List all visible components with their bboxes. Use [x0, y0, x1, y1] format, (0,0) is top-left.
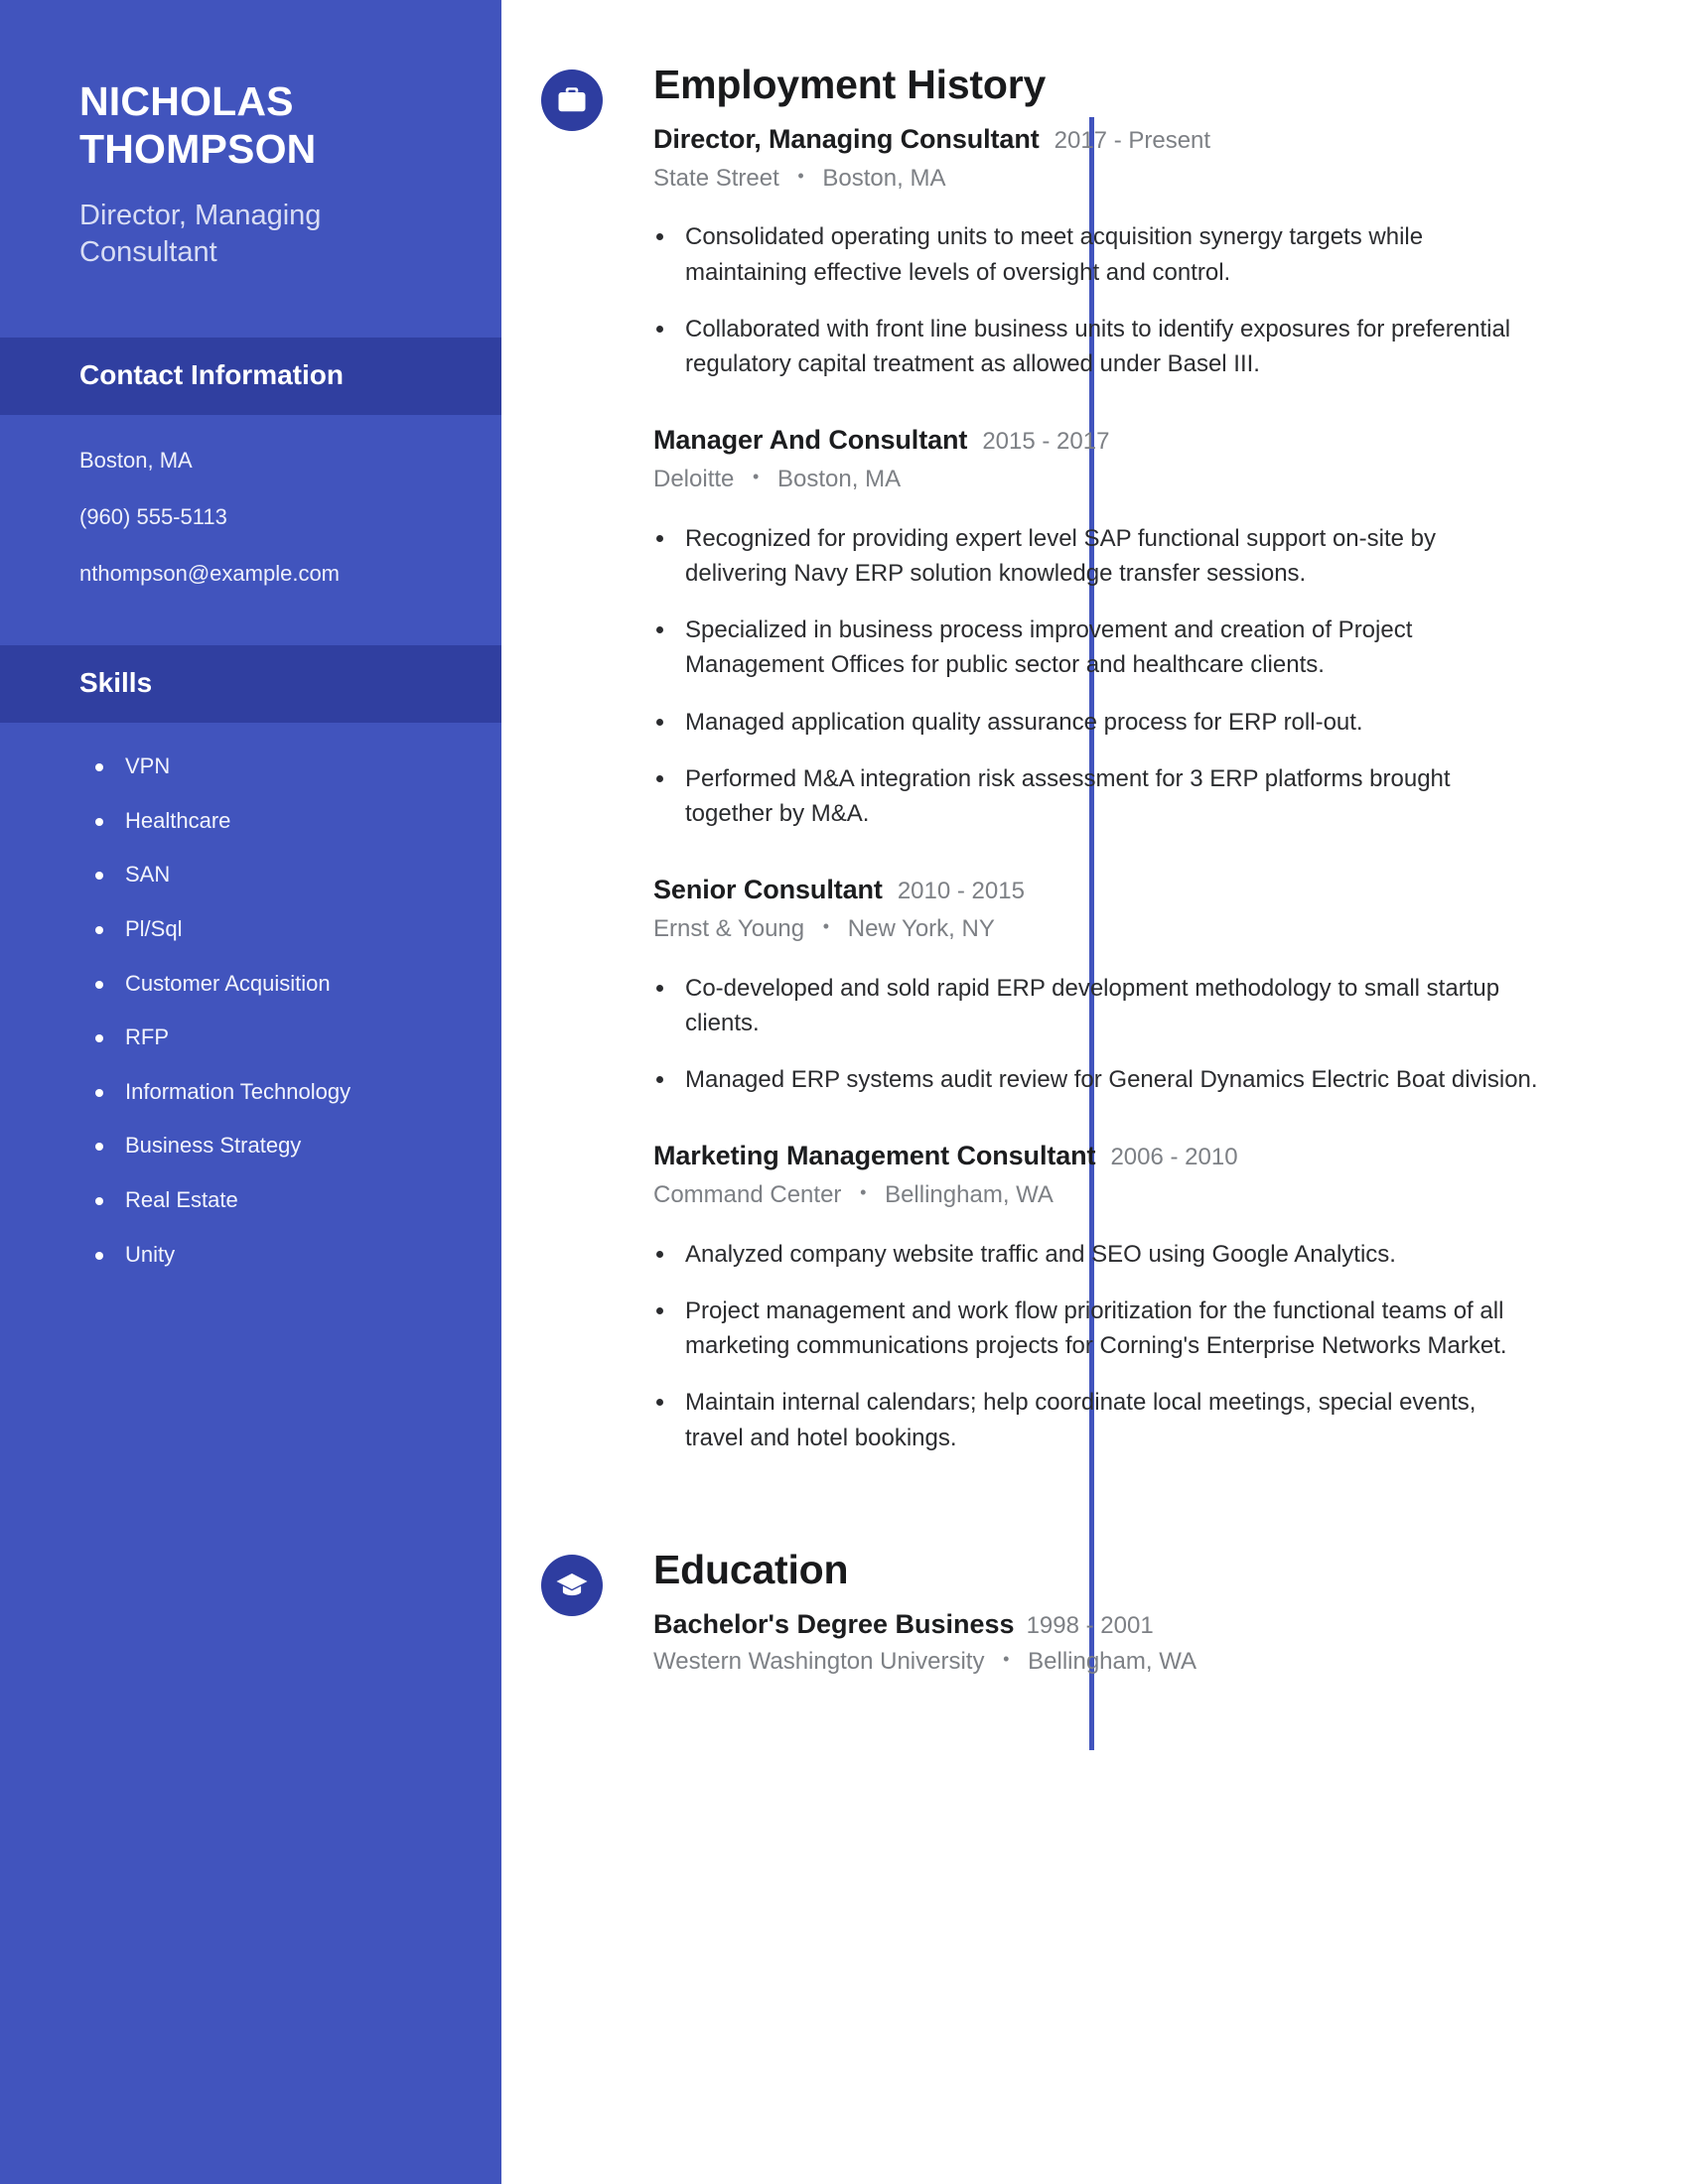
candidate-name: NICHOLAS THOMPSON [79, 78, 317, 173]
job-dates: 2006 - 2010 [1110, 1144, 1238, 1171]
list-item: Information Technology [91, 1078, 442, 1107]
list-item: Co-developed and sold rapid ERP developm… [653, 971, 1539, 1041]
job-heading: Senior Consultant 2010 - 2015 [653, 875, 1539, 905]
job-company: Ernst & Young [653, 915, 805, 943]
employment-entry: Director, Managing Consultant 2017 - Pre… [653, 124, 1539, 381]
list-item: Customer Acquisition [91, 970, 442, 999]
education-heading: Bachelor's Degree Business 1998 - 2001 [653, 1609, 1539, 1640]
list-item: Unity [91, 1241, 442, 1270]
list-item: Business Strategy [91, 1132, 442, 1160]
bullet-separator-icon: • [822, 916, 830, 937]
school-name: Western Washington University [653, 1648, 985, 1676]
job-dates: 2010 - 2015 [897, 878, 1025, 905]
job-company: Command Center [653, 1181, 842, 1209]
employment-entry: Manager And Consultant 2015 - 2017 Deloi… [653, 425, 1539, 831]
list-item: Managed application quality assurance pr… [653, 705, 1539, 740]
job-location: New York, NY [847, 915, 995, 943]
list-item: Pl/Sql [91, 915, 442, 944]
job-title: Director, Managing Consultant [653, 124, 1040, 155]
job-company: Deloitte [653, 466, 735, 493]
main-content: Employment History Director, Managing Co… [501, 0, 1688, 2184]
content-column: Employment History Director, Managing Co… [501, 0, 1688, 1676]
briefcase-icon [541, 69, 603, 131]
candidate-role: Director, Managing Consultant [79, 199, 322, 268]
list-item: Real Estate [91, 1186, 442, 1215]
list-item: Maintain internal calendars; help coordi… [653, 1385, 1539, 1455]
school-location: Bellingham, WA [1028, 1648, 1196, 1676]
page-title: Education [653, 1546, 849, 1592]
job-heading: Director, Managing Consultant 2017 - Pre… [653, 124, 1539, 155]
employment-entry: Senior Consultant 2010 - 2015 Ernst & Yo… [653, 875, 1539, 1097]
skills-list: VPN Healthcare SAN Pl/Sql Customer Acqui… [0, 723, 501, 1269]
list-item: Performed M&A integration risk assessmen… [653, 761, 1539, 832]
list-item: VPN [91, 752, 442, 781]
job-subline: State Street • Boston, MA [653, 163, 1539, 194]
list-item: Recognized for providing expert level SA… [653, 521, 1539, 592]
bullet-separator-icon: • [860, 1182, 867, 1203]
job-title: Senior Consultant [653, 875, 883, 905]
job-title: Marketing Management Consultant [653, 1141, 1096, 1171]
degree-title: Bachelor's Degree Business [653, 1609, 1015, 1640]
job-bullets: Co-developed and sold rapid ERP developm… [653, 971, 1539, 1098]
education-subline: Western Washington University • Bellingh… [653, 1648, 1539, 1676]
job-bullets: Recognized for providing expert level SA… [653, 521, 1539, 832]
employment-history-section: Employment History Director, Managing Co… [501, 62, 1539, 1455]
job-dates: 2015 - 2017 [982, 428, 1110, 456]
job-bullets: Consolidated operating units to meet acq… [653, 219, 1539, 381]
job-location: Boston, MA [822, 165, 946, 193]
job-subline: Command Center • Bellingham, WA [653, 1179, 1539, 1210]
job-heading: Manager And Consultant 2015 - 2017 [653, 425, 1539, 456]
contact-location: Boston, MA [79, 448, 193, 474]
degree-dates: 1998 - 2001 [1026, 1612, 1154, 1640]
bullet-separator-icon: • [753, 467, 760, 487]
contact-email[interactable]: nthompson@example.com [79, 560, 430, 589]
list-item: RFP [91, 1024, 442, 1052]
list-item: Specialized in business process improvem… [653, 613, 1539, 683]
job-heading: Marketing Management Consultant 2006 - 2… [653, 1141, 1539, 1171]
identity-block: NICHOLAS THOMPSON Director, Managing Con… [0, 0, 501, 270]
list-item: Project management and work flow priorit… [653, 1294, 1539, 1364]
list-item: SAN [91, 861, 442, 889]
resume-page: NICHOLAS THOMPSON Director, Managing Con… [0, 0, 1688, 2184]
job-location: Bellingham, WA [885, 1181, 1054, 1209]
education-section: Education Bachelor's Degree Business 199… [501, 1547, 1539, 1676]
list-item: Analyzed company website traffic and SEO… [653, 1237, 1539, 1272]
job-company: State Street [653, 165, 779, 193]
skills-header: Skills [0, 645, 501, 724]
job-subline: Ernst & Young • New York, NY [653, 913, 1539, 944]
contact-information-header: Contact Information [0, 338, 501, 416]
list-item: Healthcare [91, 807, 442, 836]
bullet-separator-icon: • [797, 166, 804, 187]
job-location: Boston, MA [777, 466, 902, 493]
job-dates: 2017 - Present [1054, 127, 1211, 155]
contact-list: Boston, MA (960) 555-5113 nthompson@exam… [0, 415, 501, 588]
list-item: Managed ERP systems audit review for Gen… [653, 1062, 1539, 1097]
bullet-separator-icon: • [1003, 1649, 1010, 1670]
page-title: Employment History [653, 62, 1047, 107]
sidebar: NICHOLAS THOMPSON Director, Managing Con… [0, 0, 501, 2184]
job-title: Manager And Consultant [653, 425, 968, 456]
list-item: Collaborated with front line business un… [653, 312, 1539, 382]
job-subline: Deloitte • Boston, MA [653, 464, 1539, 494]
employment-entry: Marketing Management Consultant 2006 - 2… [653, 1141, 1539, 1455]
graduation-cap-icon [541, 1554, 603, 1616]
contact-phone[interactable]: (960) 555-5113 [79, 503, 430, 532]
education-entry: Bachelor's Degree Business 1998 - 2001 W… [653, 1609, 1539, 1676]
list-item: Consolidated operating units to meet acq… [653, 219, 1539, 290]
job-bullets: Analyzed company website traffic and SEO… [653, 1237, 1539, 1455]
